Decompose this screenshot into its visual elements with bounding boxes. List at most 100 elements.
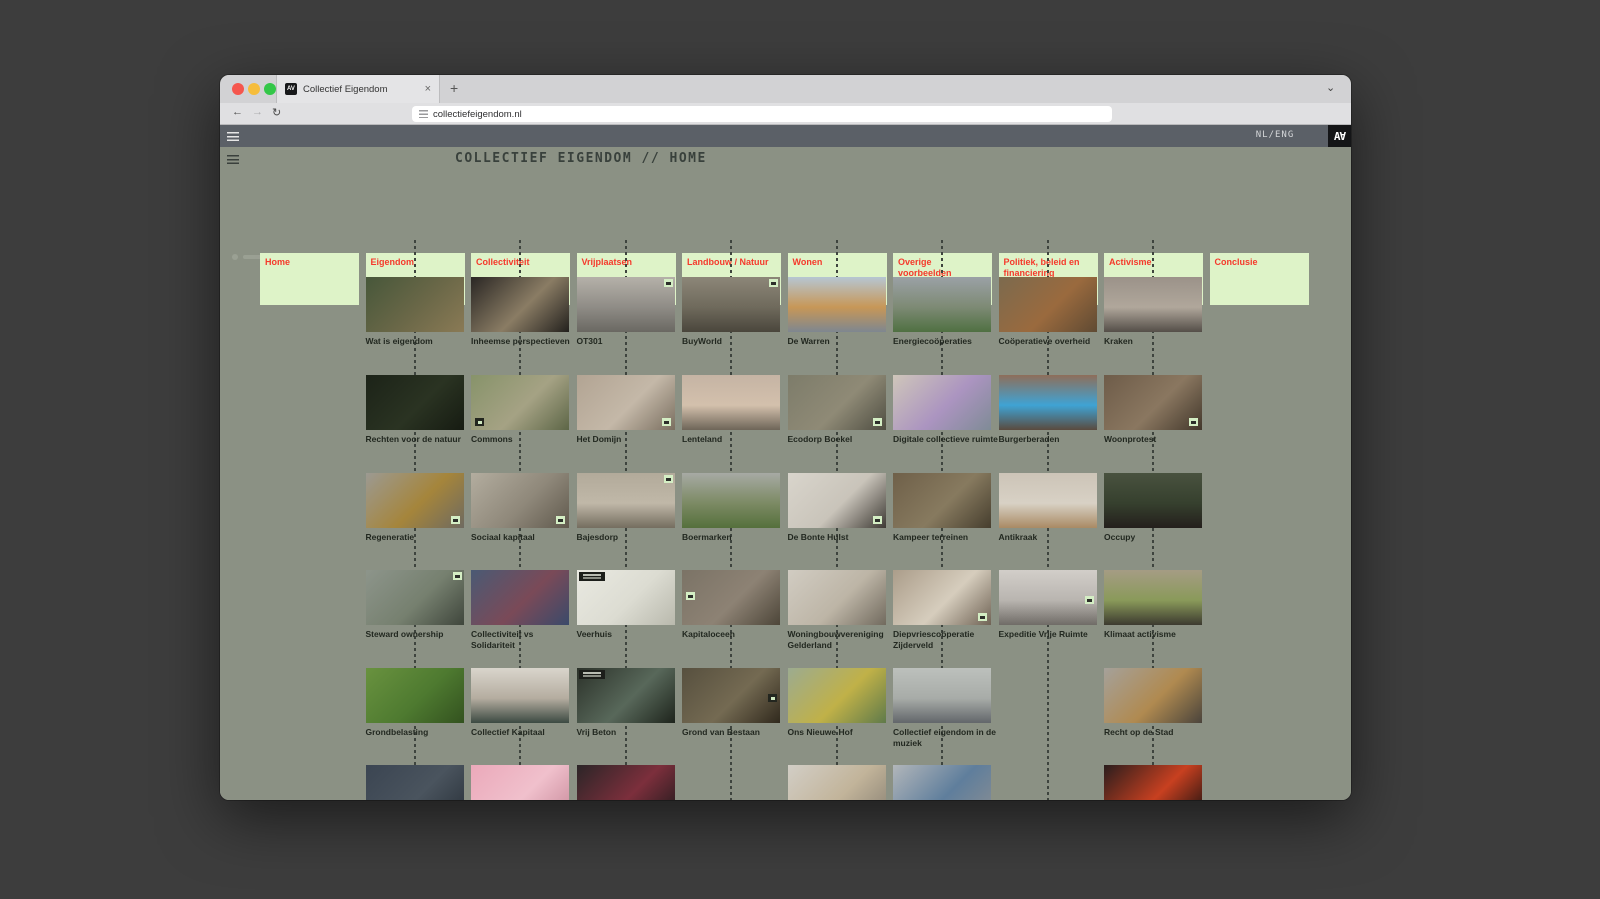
video-thumbnail[interactable] (999, 473, 1097, 528)
video-thumbnail[interactable] (682, 473, 780, 528)
video-thumbnail[interactable] (366, 473, 464, 528)
video-thumbnail[interactable] (471, 277, 569, 332)
video-title[interactable]: Commons (471, 434, 583, 445)
new-tab-button[interactable]: + (450, 80, 458, 96)
video-thumbnail[interactable] (893, 473, 991, 528)
video-thumbnail[interactable] (893, 375, 991, 430)
video-thumbnail[interactable] (788, 277, 886, 332)
video-title[interactable]: Vrij Beton (577, 727, 689, 738)
video-title[interactable]: Expeditie Vrije Ruimte (999, 629, 1111, 640)
page-menu-icon[interactable] (227, 155, 239, 164)
video-title[interactable]: Woonprotest (1104, 434, 1216, 445)
window-minimize-button[interactable] (248, 83, 260, 95)
tab-overflow-chevron-icon[interactable]: ⌄ (1326, 81, 1335, 94)
video-title[interactable]: Kapitaloceen (682, 629, 794, 640)
video-thumbnail[interactable] (577, 473, 675, 528)
video-title[interactable]: Woningbouwvereniging Gelderland (788, 629, 900, 650)
video-thumbnail[interactable] (682, 277, 780, 332)
video-thumbnail[interactable] (788, 765, 886, 800)
video-thumbnail[interactable] (1104, 375, 1202, 430)
back-button[interactable]: ← (232, 106, 243, 118)
reload-button[interactable]: ↻ (272, 106, 281, 119)
video-title[interactable]: Grond van Bestaan (682, 727, 794, 738)
video-thumbnail[interactable] (471, 375, 569, 430)
video-thumbnail[interactable] (1104, 765, 1202, 800)
video-thumbnail[interactable] (893, 668, 991, 723)
video-title[interactable]: Ons Nieuwe Hof (788, 727, 900, 738)
video-thumbnail[interactable] (1104, 473, 1202, 528)
video-thumbnail[interactable] (577, 668, 675, 723)
video-thumbnail[interactable] (999, 570, 1097, 625)
video-title[interactable]: Recht op de Stad (1104, 727, 1216, 738)
site-settings-icon[interactable] (419, 110, 428, 118)
video-title[interactable]: Het Domijn (577, 434, 689, 445)
video-thumbnail[interactable] (893, 277, 991, 332)
video-thumbnail[interactable] (471, 570, 569, 625)
language-toggle[interactable]: NL/ENG (1230, 130, 1320, 140)
video-thumbnail[interactable] (788, 375, 886, 430)
video-title[interactable]: Kraken (1104, 336, 1216, 347)
video-thumbnail[interactable] (577, 765, 675, 800)
video-title[interactable]: Klimaat activisme (1104, 629, 1216, 640)
video-title[interactable]: Digitale collectieve ruimte (893, 434, 1005, 445)
video-thumbnail[interactable] (471, 668, 569, 723)
video-title[interactable]: Collectiviteit vs Solidariteit (471, 629, 583, 650)
video-title[interactable]: Energiecoöperaties (893, 336, 1005, 347)
video-title[interactable]: Antikraak (999, 532, 1111, 543)
video-title[interactable]: Boermarken (682, 532, 794, 543)
video-thumbnail[interactable] (366, 570, 464, 625)
tab-close-icon[interactable]: × (425, 83, 431, 95)
category-tab-1[interactable]: Home (260, 253, 359, 305)
video-title[interactable]: Grondbelasting (366, 727, 478, 738)
window-close-button[interactable] (232, 83, 244, 95)
video-title[interactable]: Collectief eigendom in de muziek (893, 727, 1005, 748)
video-title[interactable]: Kampeer terreinen (893, 532, 1005, 543)
window-zoom-button[interactable] (264, 83, 276, 95)
video-title[interactable]: De Bonte Hulst (788, 532, 900, 543)
video-thumbnail[interactable] (682, 570, 780, 625)
video-thumbnail[interactable] (577, 570, 675, 625)
video-title[interactable]: Wat is eigendom (366, 336, 478, 347)
video-thumbnail[interactable] (893, 765, 991, 800)
browser-tab[interactable]: AV Collectief Eigendom × (276, 75, 440, 103)
video-title[interactable]: Rechten voor de natuur (366, 434, 478, 445)
video-title[interactable]: Ecodorp Boekel (788, 434, 900, 445)
video-thumbnail[interactable] (366, 375, 464, 430)
video-title[interactable]: Steward ownership (366, 629, 478, 640)
video-title[interactable]: Coöperatieve overheid (999, 336, 1111, 347)
av-logo[interactable]: A∀ (1328, 125, 1351, 147)
video-thumbnail[interactable] (999, 375, 1097, 430)
video-thumbnail[interactable] (682, 668, 780, 723)
video-thumbnail[interactable] (893, 570, 991, 625)
video-thumbnail[interactable] (999, 277, 1097, 332)
video-title[interactable]: OT301 (577, 336, 689, 347)
video-title[interactable]: De Warren (788, 336, 900, 347)
video-title[interactable]: Lenteland (682, 434, 794, 445)
video-thumbnail[interactable] (471, 765, 569, 800)
category-tab-10[interactable]: Conclusie (1210, 253, 1309, 305)
video-thumbnail[interactable] (1104, 570, 1202, 625)
video-thumbnail[interactable] (1104, 668, 1202, 723)
video-thumbnail[interactable] (788, 570, 886, 625)
video-thumbnail[interactable] (1104, 277, 1202, 332)
video-thumbnail[interactable] (577, 277, 675, 332)
video-thumbnail[interactable] (577, 375, 675, 430)
video-thumbnail[interactable] (366, 765, 464, 800)
video-title[interactable]: Regeneratie (366, 532, 478, 543)
video-title[interactable]: Collectief Kapitaal (471, 727, 583, 738)
url-bar[interactable]: collectiefeigendom.nl (412, 106, 1112, 122)
video-thumbnail[interactable] (788, 473, 886, 528)
video-title[interactable]: Bajesdorp (577, 532, 689, 543)
video-title[interactable]: Veerhuis (577, 629, 689, 640)
video-thumbnail[interactable] (366, 277, 464, 332)
video-thumbnail[interactable] (471, 473, 569, 528)
video-thumbnail[interactable] (788, 668, 886, 723)
video-title[interactable]: Inheemse perspectieven (471, 336, 583, 347)
menu-icon[interactable] (227, 132, 239, 141)
video-thumbnail[interactable] (682, 375, 780, 430)
video-title[interactable]: Occupy (1104, 532, 1216, 543)
video-title[interactable]: BuyWorld (682, 336, 794, 347)
video-title[interactable]: Burgerberaden (999, 434, 1111, 445)
video-title[interactable]: Diepvriescoöperatie Zijderveld (893, 629, 1005, 650)
video-title[interactable]: Sociaal kapitaal (471, 532, 583, 543)
